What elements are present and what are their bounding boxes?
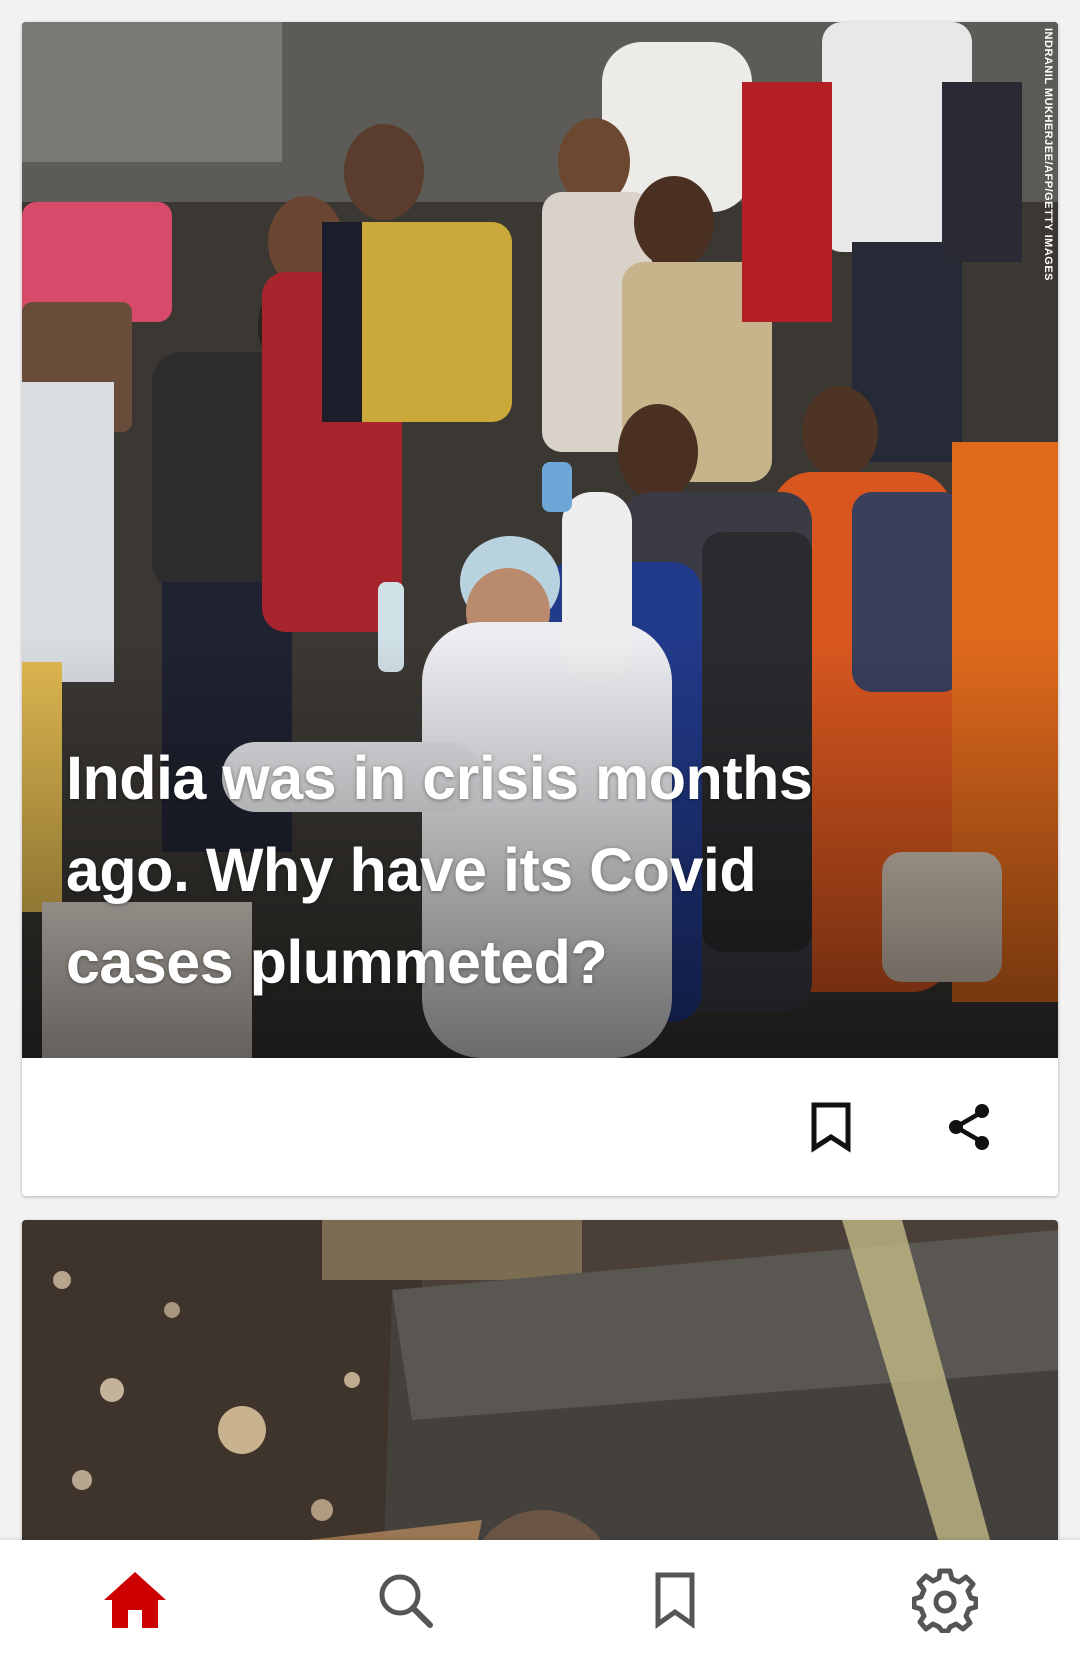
- bookmark-icon: [811, 1102, 851, 1153]
- card-action-bar: [22, 1058, 1058, 1196]
- bookmark-button[interactable]: [796, 1092, 866, 1162]
- share-icon: [949, 1104, 989, 1150]
- bookmark-icon: [655, 1572, 695, 1629]
- story-card[interactable]: [22, 1220, 1058, 1540]
- news-feed[interactable]: INDRANIL MUKHERJEE/AFP/GETTY IMAGES Indi…: [0, 0, 1080, 1540]
- story-image[interactable]: INDRANIL MUKHERJEE/AFP/GETTY IMAGES Indi…: [22, 22, 1058, 1058]
- nav-saved[interactable]: [540, 1540, 810, 1660]
- nav-home[interactable]: [0, 1540, 270, 1660]
- photo-credit: INDRANIL MUKHERJEE/AFP/GETTY IMAGES: [1042, 28, 1054, 282]
- story-headline[interactable]: India was in crisis months ago. Why have…: [66, 732, 938, 1008]
- story-card[interactable]: INDRANIL MUKHERJEE/AFP/GETTY IMAGES Indi…: [22, 22, 1058, 1196]
- story-image[interactable]: [22, 1220, 1058, 1540]
- home-icon: [104, 1572, 166, 1628]
- search-icon: [379, 1574, 433, 1628]
- share-button[interactable]: [934, 1092, 1004, 1162]
- bottom-navigation: [0, 1540, 1080, 1660]
- nav-settings[interactable]: [810, 1540, 1080, 1660]
- nav-search[interactable]: [270, 1540, 540, 1660]
- rat-photo: [22, 1220, 1058, 1540]
- gear-icon: [912, 1568, 978, 1633]
